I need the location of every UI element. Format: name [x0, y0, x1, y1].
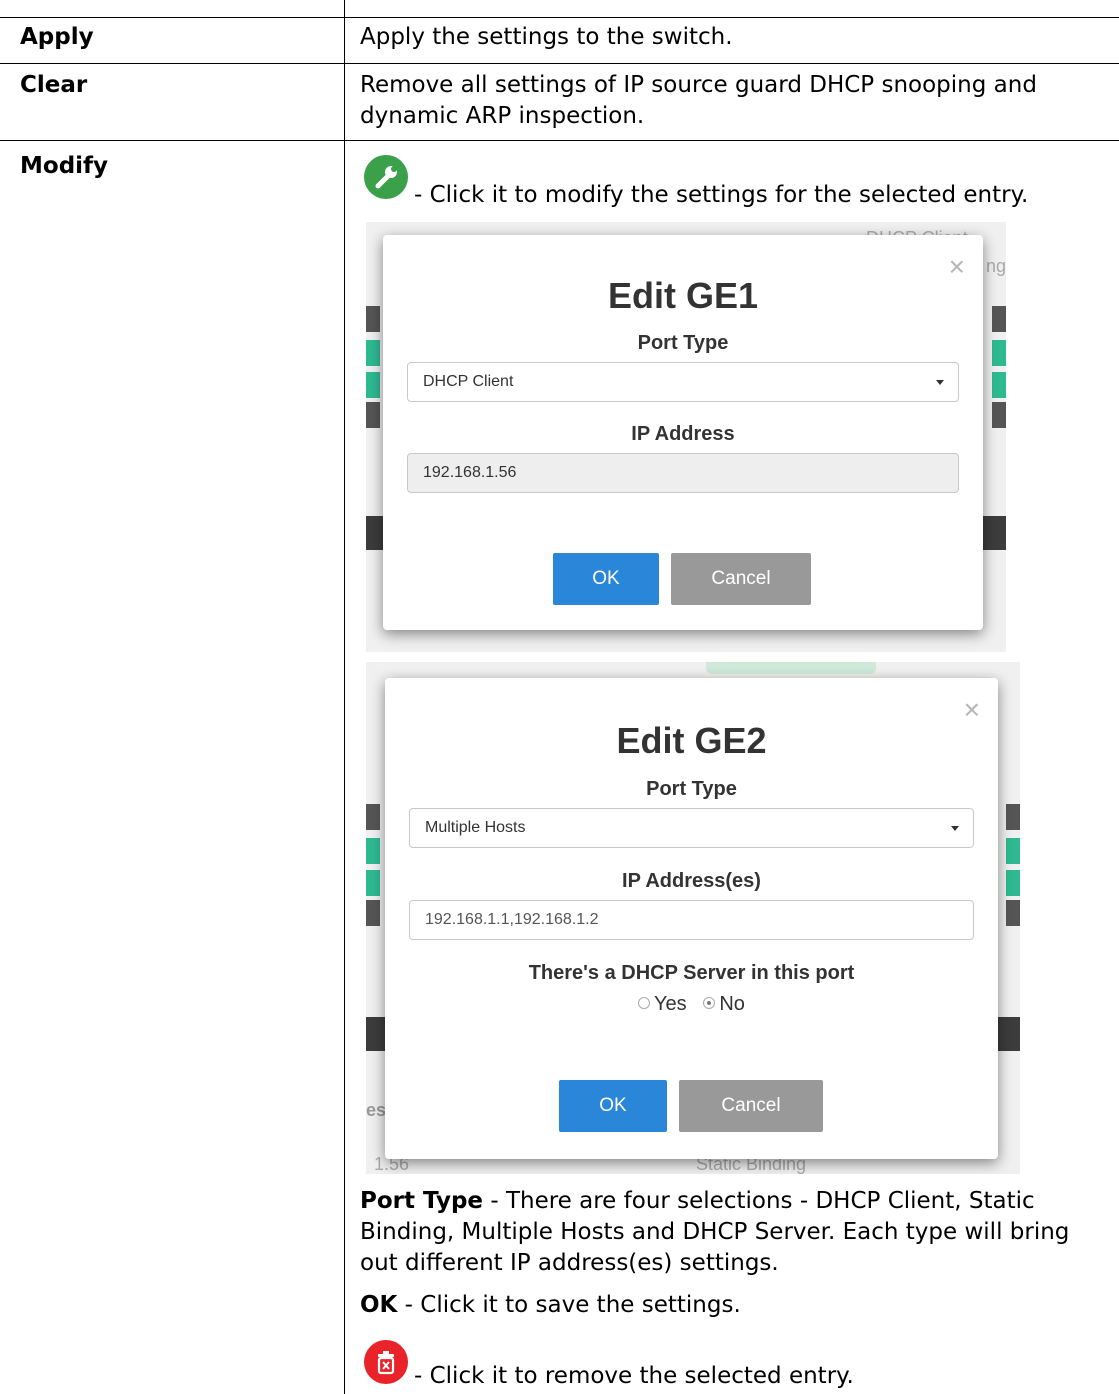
- radio-yes[interactable]: [638, 996, 651, 1009]
- port-type-value: DHCP Client: [423, 373, 514, 390]
- port-type-desc: - There are four selections - DHCP Clien…: [483, 1188, 1035, 1214]
- dialog-title: Edit GE1: [607, 275, 759, 316]
- wrench-icon[interactable]: [364, 155, 408, 199]
- port-type-term: Port Type: [360, 1188, 484, 1214]
- column-divider: [344, 0, 345, 1394]
- background-row: [992, 372, 1006, 398]
- edit-ge1-dialog: × Edit GE1 Port Type DHCP Client IP Addr…: [383, 235, 983, 630]
- port-type-label: Port Type: [637, 332, 729, 354]
- background-row: [366, 372, 380, 398]
- radio-yes-label: Yes: [654, 993, 687, 1015]
- term-apply: Apply: [20, 24, 94, 50]
- dhcp-server-radio-group: Yes No: [385, 993, 998, 1016]
- background-row: [366, 870, 380, 896]
- ip-address-label: IP Address: [631, 423, 735, 445]
- row-divider: [0, 17, 1119, 18]
- cancel-button[interactable]: Cancel: [679, 1080, 823, 1132]
- row-divider: [0, 63, 1119, 64]
- background-row: [366, 900, 380, 926]
- background-row: [366, 306, 380, 332]
- radio-no-label: No: [719, 993, 745, 1015]
- screenshot-edit-ge1: DHCP Client ng × Edit GE1 Port Type DHCP…: [366, 222, 1006, 652]
- modify-hint: - Click it to modify the settings for th…: [414, 182, 1029, 208]
- edit-ge2-dialog: × Edit GE2 Port Type Multiple Hosts IP A…: [385, 678, 998, 1159]
- screenshot-edit-ge2: es 1.56 Static Binding × Edit GE2 Port T…: [366, 662, 1020, 1174]
- ip-address-field[interactable]: 192.168.1.56: [407, 453, 959, 493]
- background-text: ng: [986, 256, 1006, 276]
- clear-description-line: Remove all settings of IP source guard D…: [360, 72, 1037, 98]
- ok-term: OK: [360, 1292, 398, 1318]
- ip-address-label: IP Address(es): [622, 870, 761, 892]
- chevron-down-icon: [951, 826, 959, 831]
- apply-description: Apply the settings to the switch.: [360, 24, 733, 50]
- background-button: [706, 662, 876, 674]
- term-modify: Modify: [20, 153, 109, 179]
- dhcp-server-question: There's a DHCP Server in this port: [528, 962, 855, 984]
- row-divider: [0, 140, 1119, 141]
- background-row: [366, 838, 380, 864]
- background-row: [1006, 870, 1020, 896]
- port-type-description: Port Type - There are four selections - …: [360, 1186, 1100, 1279]
- clear-description: Remove all settings of IP source guard D…: [360, 70, 1100, 132]
- dialog-title: Edit GE2: [616, 720, 767, 761]
- port-type-label: Port Type: [646, 778, 737, 800]
- delete-hint: - Click it to remove the selected entry.: [414, 1363, 854, 1389]
- ok-button[interactable]: OK: [553, 553, 659, 605]
- ok-button[interactable]: OK: [559, 1080, 667, 1132]
- ok-description: OK - Click it to save the settings.: [360, 1290, 1100, 1321]
- ip-address-value: 192.168.1.56: [423, 464, 517, 481]
- trash-icon[interactable]: [364, 1340, 408, 1384]
- term-clear: Clear: [20, 72, 88, 98]
- background-row: [366, 804, 380, 830]
- document-page: Apply Apply the settings to the switch. …: [0, 0, 1119, 1394]
- background-row: [366, 340, 380, 366]
- chevron-down-icon: [936, 380, 944, 385]
- clear-description-line: dynamic ARP inspection.: [360, 103, 645, 129]
- background-row: [366, 402, 380, 428]
- port-type-value: Multiple Hosts: [425, 819, 526, 836]
- background-row: [992, 306, 1006, 332]
- ip-addresses-value: 192.168.1.1,192.168.1.2: [425, 911, 599, 928]
- background-text: es: [366, 1100, 387, 1120]
- background-row: [1006, 804, 1020, 830]
- background-row: [1006, 900, 1020, 926]
- description-line: out different IP address(es) settings.: [360, 1250, 779, 1276]
- ok-desc: - Click it to save the settings.: [397, 1292, 741, 1318]
- description-line: Binding, Multiple Hosts and DHCP Server.…: [360, 1219, 1070, 1245]
- ip-addresses-input[interactable]: 192.168.1.1,192.168.1.2: [409, 900, 974, 940]
- background-row: [992, 402, 1006, 428]
- port-type-select[interactable]: Multiple Hosts: [409, 808, 974, 848]
- cancel-button[interactable]: Cancel: [671, 553, 811, 605]
- radio-no[interactable]: [703, 996, 716, 1009]
- description-line: Port Type - There are four selections - …: [360, 1186, 1100, 1217]
- background-row: [1006, 838, 1020, 864]
- background-row: [992, 340, 1006, 366]
- port-type-select[interactable]: DHCP Client: [407, 362, 959, 402]
